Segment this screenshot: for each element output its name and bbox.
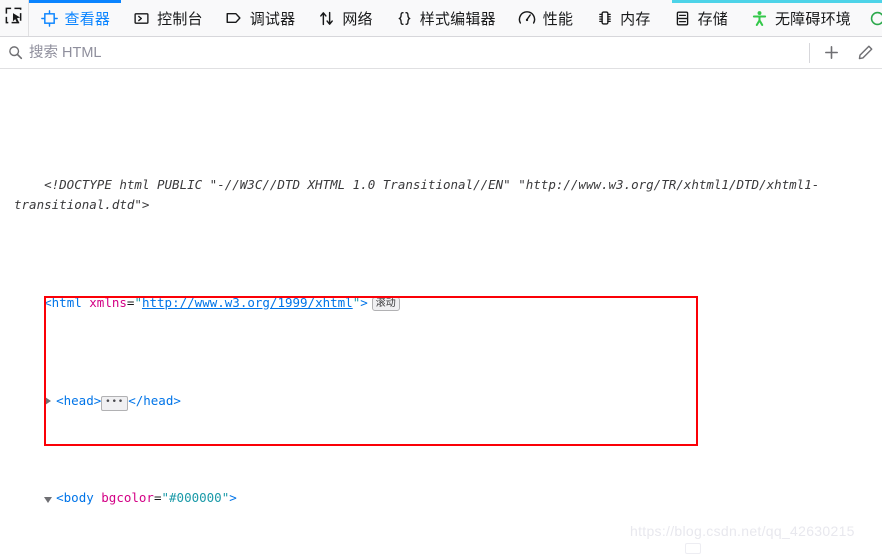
collapsed-children-ellipsis[interactable]: ••• [101,395,129,411]
markup-line-html[interactable]: <html xmlns="http://www.w3.org/1999/xhtm… [0,273,882,311]
search-icon [8,45,23,60]
tab-performance-label: 性能 [542,10,574,28]
tag-name-html: html [51,294,82,310]
search-toolbar-actions [809,37,882,68]
debugger-tag-icon [225,9,244,28]
tab-inspector[interactable]: 查看器 [28,0,122,36]
tab-debugger-label: 调试器 [249,10,296,28]
markup-line-head[interactable]: <head> ••• </head> [0,371,882,411]
braces-icon [395,9,414,28]
toolbar-divider [809,42,810,63]
tab-network-label: 网络 [342,10,373,28]
tab-network[interactable]: 网络 [306,0,383,36]
pick-element-button[interactable] [0,0,29,36]
scroll-badge: 滚动 [371,296,400,311]
accessibility-person-icon [750,9,769,28]
gauge-icon [518,9,537,28]
memory-chip-icon [595,9,614,28]
pick-element-icon [4,6,23,30]
tag-name-body: body [63,490,94,506]
tab-memory-label: 内存 [620,10,651,28]
tab-memory[interactable]: 内存 [584,0,661,36]
tab-style-editor-label: 样式编辑器 [419,10,496,28]
console-chevron-icon [132,9,151,28]
attr-bgcolor[interactable]: bgcolor [101,490,154,505]
edit-styles-button[interactable] [848,38,882,68]
tab-accessibility[interactable]: 无障碍环境 [739,0,862,36]
tab-style-editor[interactable]: 样式编辑器 [384,0,507,36]
inspector-target-icon [40,9,59,28]
tab-console-label: 控制台 [157,10,203,28]
tab-accessibility-label: 无障碍环境 [774,10,851,28]
attr-value-xmlns[interactable]: http://www.w3.org/1999/xhtml [142,295,353,310]
attr-xmlns[interactable]: xmlns [89,295,127,310]
attr-value-bgcolor[interactable]: #000000 [169,490,222,505]
devtools-tab-list: 查看器 控制台 调试器 网络 样式编辑器 性能 内存 存储 无障碍环境 [28,0,882,36]
markup-line-doctype: <!DOCTYPE html PUBLIC "-//W3C//DTD XHTML… [0,155,882,212]
markup-line-body[interactable]: <body bgcolor="#000000"> [0,469,882,505]
devtools-toolbar: 查看器 控制台 调试器 网络 样式编辑器 性能 内存 存储 无障碍环境 [0,0,882,37]
storage-drive-icon [673,9,692,28]
markup-view[interactable]: <!DOCTYPE html PUBLIC "-//W3C//DTD XHTML… [0,69,882,550]
pencil-icon [858,45,872,60]
tab-storage-label: 存储 [697,10,728,28]
clipped-tab-icon [868,9,882,28]
tab-inspector-label: 查看器 [64,10,111,28]
add-new-node-button[interactable] [814,38,848,68]
network-arrows-icon [317,9,336,28]
tab-performance[interactable]: 性能 [507,0,584,36]
markup-search-toolbar [0,37,882,69]
watermark-text: https://blog.csdn.net/qq_42630215 [630,523,855,539]
tab-console[interactable]: 控制台 [121,0,214,36]
doctype-text: <!DOCTYPE html PUBLIC "-//W3C//DTD XHTML… [14,176,820,212]
tab-debugger[interactable]: 调试器 [214,0,307,36]
tab-storage[interactable]: 存储 [662,0,739,36]
tab-overflow-clipped[interactable] [862,0,882,36]
plus-icon [824,46,838,59]
bottom-partial-element [685,543,701,554]
search-input[interactable] [29,37,809,68]
